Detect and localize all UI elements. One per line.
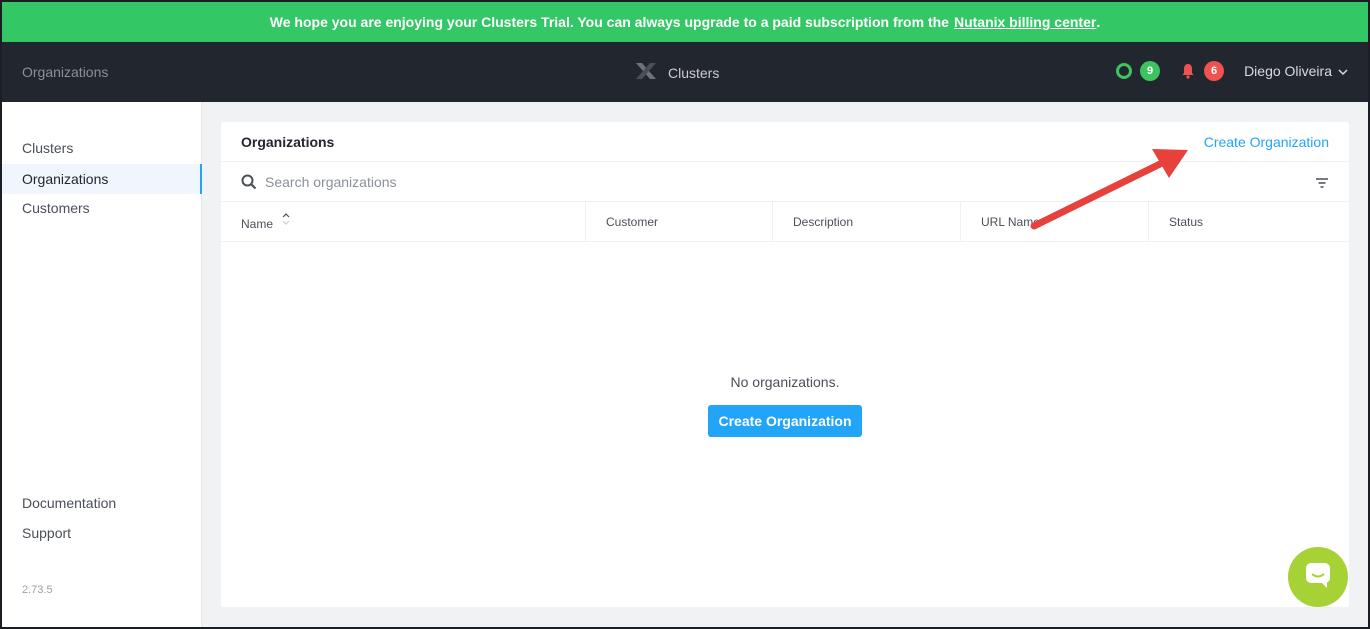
- column-header-customer[interactable]: Customer: [586, 202, 773, 241]
- chat-launcher[interactable]: [1288, 547, 1348, 607]
- search-icon: [241, 174, 257, 195]
- breadcrumb[interactable]: Organizations: [22, 64, 108, 80]
- create-organization-button[interactable]: Create Organization: [708, 405, 862, 437]
- status-ring-icon[interactable]: [1116, 63, 1133, 79]
- trial-banner: We hope you are enjoying your Clusters T…: [2, 2, 1368, 42]
- nutanix-x-icon: [634, 62, 658, 83]
- sidebar-item-customers[interactable]: Customers: [22, 200, 90, 216]
- version-label: 2.73.5: [22, 584, 53, 596]
- banner-text: We hope you are enjoying your Clusters T…: [269, 14, 949, 30]
- top-navbar: Organizations Clusters 9 6 Diego Oliveir…: [2, 42, 1368, 102]
- app-brand[interactable]: Clusters: [634, 62, 719, 83]
- filter-icon[interactable]: [1315, 176, 1329, 194]
- empty-state-message: No organizations.: [730, 374, 840, 390]
- user-name: Diego Oliveira: [1244, 63, 1332, 79]
- billing-center-link[interactable]: Nutanix billing center: [954, 14, 1096, 30]
- organizations-panel: Organizations Create Organization Name: [221, 122, 1349, 607]
- search-bar: [221, 162, 1349, 202]
- column-header-status[interactable]: Status: [1149, 202, 1349, 241]
- column-label: Name: [241, 217, 274, 231]
- alert-count-badge[interactable]: 6: [1204, 61, 1225, 81]
- status-count-badge[interactable]: 9: [1140, 61, 1161, 81]
- panel-header: Organizations Create Organization: [221, 122, 1349, 162]
- column-header-description[interactable]: Description: [773, 202, 961, 241]
- sidebar: Clusters Organizations Customers Documen…: [2, 102, 202, 627]
- banner-suffix: .: [1096, 14, 1101, 30]
- sidebar-item-support[interactable]: Support: [22, 525, 71, 541]
- app-name: Clusters: [668, 64, 720, 81]
- sidebar-item-documentation[interactable]: Documentation: [22, 495, 116, 511]
- bell-icon[interactable]: [1180, 63, 1196, 79]
- user-menu[interactable]: Diego Oliveira: [1244, 63, 1348, 79]
- sidebar-item-organizations[interactable]: Organizations: [2, 164, 202, 194]
- chevron-down-icon: [1338, 63, 1348, 79]
- chat-icon: [1303, 560, 1333, 595]
- create-organization-link[interactable]: Create Organization: [1204, 134, 1329, 150]
- column-header-name[interactable]: Name: [221, 202, 586, 241]
- search-input[interactable]: [265, 170, 865, 194]
- page-title: Organizations: [241, 134, 335, 150]
- column-header-url-name[interactable]: URL Name: [961, 202, 1149, 241]
- sort-icon: [282, 202, 290, 242]
- table-header: Name Customer Description URL Name Statu…: [221, 202, 1349, 242]
- sidebar-item-clusters[interactable]: Clusters: [22, 140, 73, 156]
